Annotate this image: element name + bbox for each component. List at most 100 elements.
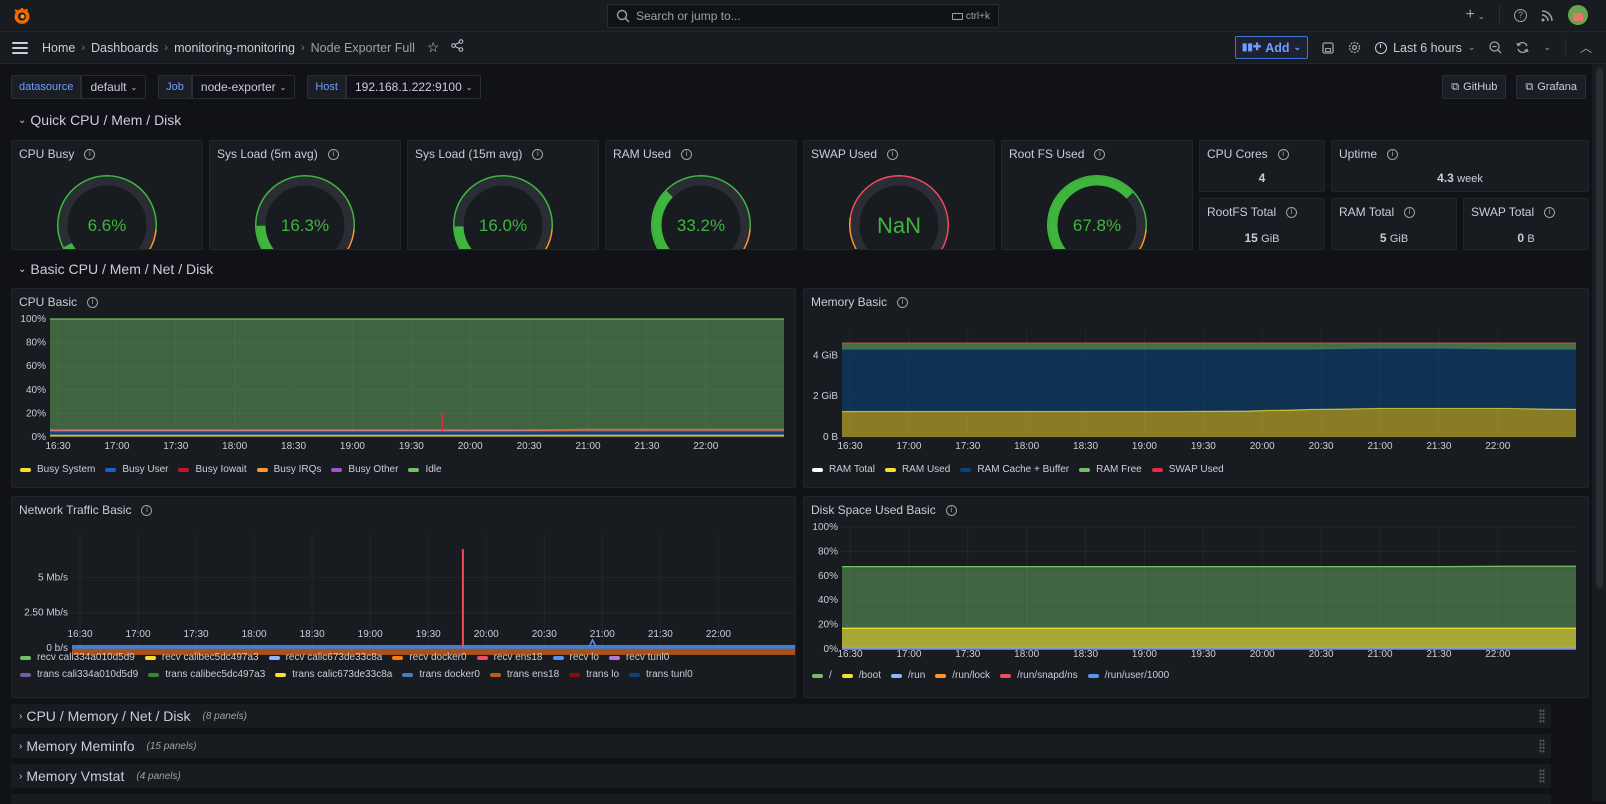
- gauge-track: [63, 181, 151, 249]
- chevron-down-icon: ⌄: [130, 83, 137, 92]
- info-icon[interactable]: i: [1278, 149, 1289, 160]
- row-basic-cpu-mem-net-disk[interactable]: ⌄ Basic CPU / Mem / Net / Disk: [18, 261, 213, 277]
- legend-item[interactable]: RAM Used: [885, 461, 950, 478]
- legend-item[interactable]: RAM Cache + Buffer: [960, 461, 1069, 478]
- breadcrumb-dashboards[interactable]: Dashboards: [91, 41, 158, 55]
- settings-icon[interactable]: [1348, 41, 1361, 54]
- legend-label: recv cali334a010d5d9: [37, 652, 135, 663]
- info-icon[interactable]: i: [681, 149, 692, 160]
- grafana-link[interactable]: ⧉Grafana: [1516, 75, 1586, 99]
- help-icon[interactable]: ?: [1514, 9, 1527, 22]
- y-tick-label: 100%: [812, 522, 838, 533]
- legend-item[interactable]: SWAP Used: [1152, 461, 1224, 478]
- legend-item[interactable]: recv calibec5dc497a3: [145, 649, 259, 666]
- legend-item[interactable]: Busy Other: [331, 461, 398, 478]
- gauge-dial: [1042, 169, 1152, 249]
- row-quick-cpu-mem-disk[interactable]: ⌄ Quick CPU / Mem / Disk: [18, 112, 181, 128]
- legend-item[interactable]: Idle: [408, 461, 441, 478]
- legend-item[interactable]: trans tunl0: [629, 666, 693, 683]
- legend-item[interactable]: trans calibec5dc497a3: [148, 666, 265, 683]
- external-link-icon: ⧉: [1451, 81, 1459, 94]
- legend-item[interactable]: RAM Free: [1079, 461, 1142, 478]
- panel-title: CPU Cores: [1207, 147, 1268, 161]
- legend-item[interactable]: recv lo: [553, 649, 599, 666]
- variable-select-host[interactable]: 192.168.1.222:9100⌄: [346, 75, 481, 99]
- variable-select-job[interactable]: node-exporter⌄: [192, 75, 295, 99]
- refresh-icon[interactable]: [1516, 41, 1529, 54]
- chevron-down-icon: ⌄: [1468, 42, 1476, 53]
- legend-item[interactable]: recv docker0: [392, 649, 466, 666]
- new-button[interactable]: + ⌄: [1466, 6, 1485, 24]
- legend-item[interactable]: recv ens18: [477, 649, 543, 666]
- info-icon[interactable]: i: [1286, 207, 1297, 218]
- y-tick-label: 0%: [824, 644, 839, 655]
- legend-item[interactable]: recv tunl0: [609, 649, 669, 666]
- row-partial[interactable]: [11, 794, 1551, 804]
- legend-item[interactable]: Busy User: [105, 461, 168, 478]
- legend-item[interactable]: /run/lock: [935, 667, 990, 684]
- variable-select-datasource[interactable]: default⌄: [81, 75, 146, 99]
- legend-item[interactable]: trans ens18: [490, 666, 559, 683]
- legend-item[interactable]: recv cali334a010d5d9: [20, 649, 135, 666]
- info-icon[interactable]: i: [887, 149, 898, 160]
- breadcrumb-folder[interactable]: monitoring-monitoring: [174, 41, 295, 55]
- legend-item[interactable]: trans docker0: [402, 666, 480, 683]
- info-icon[interactable]: i: [328, 149, 339, 160]
- drag-handle-icon[interactable]: [1539, 769, 1545, 783]
- breadcrumb-home[interactable]: Home: [42, 41, 75, 55]
- legend-item[interactable]: recv calic673de33c8a: [269, 649, 383, 666]
- legend-item[interactable]: Busy System: [20, 461, 95, 478]
- save-icon[interactable]: [1322, 42, 1334, 54]
- time-picker[interactable]: Last 6 hours ⌄: [1375, 41, 1475, 55]
- info-icon[interactable]: i: [84, 149, 95, 160]
- add-button[interactable]: ▮▮✚ Add ⌄: [1235, 36, 1308, 59]
- legend-item[interactable]: /run: [891, 667, 925, 684]
- breadcrumb-current: Node Exporter Full: [311, 41, 415, 55]
- chart-legend: recv cali334a010d5d9 recv calibec5dc497a3…: [20, 649, 780, 683]
- info-icon[interactable]: i: [532, 149, 543, 160]
- star-icon[interactable]: ☆: [427, 39, 440, 56]
- x-tick-label: 19:00: [358, 629, 383, 640]
- legend-item[interactable]: trans cali334a010d5d9: [20, 666, 138, 683]
- drag-handle-icon[interactable]: [1539, 709, 1545, 723]
- legend-label: trans lo: [586, 669, 619, 680]
- legend-item[interactable]: /run/user/1000: [1088, 667, 1170, 684]
- legend-item[interactable]: trans lo: [569, 666, 619, 683]
- legend-item[interactable]: Busy IRQs: [257, 461, 322, 478]
- top-bar: Search or jump to... ctrl+k + ⌄ ?: [0, 0, 1606, 32]
- zoom-out-icon[interactable]: [1489, 41, 1502, 54]
- legend-item[interactable]: RAM Total: [812, 461, 875, 478]
- y-tick-label: 40%: [818, 595, 838, 606]
- legend-item[interactable]: /: [812, 667, 832, 684]
- github-link[interactable]: ⧉GitHub: [1442, 75, 1506, 99]
- area-series: [842, 408, 1576, 437]
- scrollbar-thumb[interactable]: [1596, 68, 1603, 588]
- news-icon[interactable]: [1541, 9, 1554, 22]
- info-icon[interactable]: i: [1387, 149, 1398, 160]
- gauge-threshold-arc: [652, 176, 750, 249]
- share-icon[interactable]: [451, 39, 464, 52]
- info-icon[interactable]: i: [1404, 207, 1415, 218]
- x-tick-label: 17:00: [126, 629, 151, 640]
- x-tick-label: 16:30: [837, 441, 862, 452]
- grafana-logo-icon[interactable]: [12, 6, 32, 26]
- search-input[interactable]: Search or jump to... ctrl+k: [607, 4, 999, 28]
- drag-handle-icon[interactable]: [1539, 739, 1545, 753]
- user-avatar[interactable]: [1568, 5, 1588, 25]
- row-cpu-memory-net-disk[interactable]: › CPU / Memory / Net / Disk (8 panels): [11, 704, 1551, 728]
- legend-label: RAM Total: [829, 464, 875, 475]
- legend-label: RAM Used: [902, 464, 950, 475]
- refresh-interval-chevron-icon[interactable]: ⌄: [1543, 42, 1551, 53]
- collapse-chevron-up-icon[interactable]: ︿: [1580, 39, 1592, 56]
- variable-label-datasource: datasource: [11, 75, 81, 99]
- info-icon[interactable]: i: [1544, 207, 1555, 218]
- legend-label: recv calibec5dc497a3: [162, 652, 259, 663]
- legend-item[interactable]: /boot: [842, 667, 881, 684]
- row-memory-meminfo[interactable]: › Memory Meminfo (15 panels): [11, 734, 1551, 758]
- info-icon[interactable]: i: [1094, 149, 1105, 160]
- legend-item[interactable]: Busy Iowait: [178, 461, 246, 478]
- legend-item[interactable]: trans calic673de33c8a: [275, 666, 392, 683]
- menu-icon[interactable]: [12, 42, 28, 54]
- legend-item[interactable]: /run/snapd/ns: [1000, 667, 1078, 684]
- row-memory-vmstat[interactable]: › Memory Vmstat (4 panels): [11, 764, 1551, 788]
